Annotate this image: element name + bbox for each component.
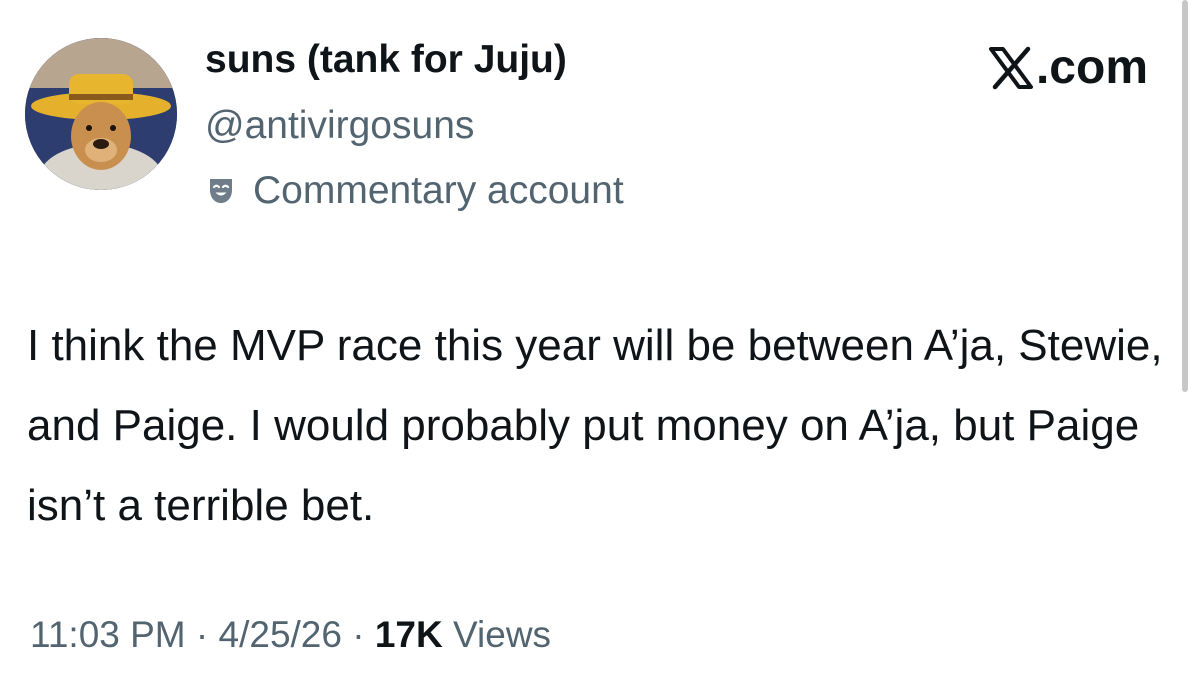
avatar[interactable] <box>25 38 177 190</box>
views-label: Views <box>453 614 552 655</box>
tweet-text: I think the MVP race this year will be b… <box>27 321 1163 530</box>
tweet-time[interactable]: 11:03 PM <box>30 614 186 655</box>
tweet-meta: 11:03 PM · 4/25/26 · 17K Views <box>30 614 551 656</box>
x-logo-icon <box>988 46 1033 89</box>
display-name[interactable]: suns (tank for Juju) <box>205 38 567 82</box>
user-handle[interactable]: @antivirgosuns <box>205 104 474 148</box>
meta-separator: · <box>195 614 209 655</box>
meta-separator: · <box>352 614 365 655</box>
scrollbar[interactable] <box>1182 0 1188 392</box>
commentary-account-badge: Commentary account <box>205 166 624 216</box>
brand-domain: .com <box>1035 41 1148 94</box>
tweet-card: suns (tank for Juju) @antivirgosuns Comm… <box>0 0 1200 698</box>
views-count: 17K <box>374 614 443 655</box>
x-brand: .com <box>988 40 1148 95</box>
commentary-label: Commentary account <box>253 169 624 212</box>
tweet-date[interactable]: 4/25/26 <box>219 614 342 655</box>
avatar-image <box>25 38 177 190</box>
theater-mask-icon <box>210 179 232 203</box>
